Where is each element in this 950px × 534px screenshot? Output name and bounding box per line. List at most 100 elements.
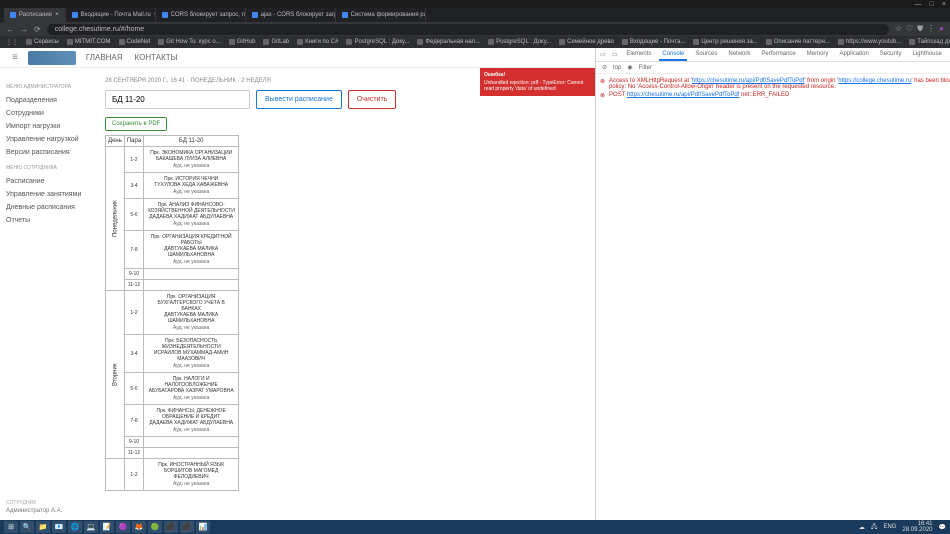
shield-icon[interactable]: ⛊ [917, 24, 923, 34]
tray-network-icon[interactable]: 🖧 [871, 522, 878, 532]
devtools-tab[interactable]: Lighthouse [909, 49, 944, 61]
console-context[interactable]: top [613, 65, 621, 71]
taskbar-item[interactable]: 📧 [52, 521, 66, 533]
lesson-cell[interactable] [144, 448, 239, 459]
bookmark-item[interactable]: MITMIT.COM [67, 39, 111, 45]
console-clear-icon[interactable]: ⊘ [602, 64, 607, 71]
pair-cell: 7-8 [124, 231, 143, 269]
window-maximize[interactable]: □ [930, 1, 934, 8]
sidebar-item[interactable]: Отчеты [6, 214, 89, 227]
sidebar-item[interactable]: Управление занятиями [6, 188, 89, 201]
devtools-tab[interactable]: Performance [758, 49, 798, 61]
browser-tab[interactable]: Система формирования расп...× [336, 8, 426, 22]
heart-icon[interactable]: ♡ [906, 24, 913, 34]
group-input[interactable] [105, 90, 250, 109]
sidebar-item[interactable]: Версии расписания [6, 146, 89, 159]
bookmark-item[interactable]: https://www.youtub... [838, 39, 901, 45]
taskbar-item[interactable]: 📊 [196, 521, 210, 533]
nav-forward-icon[interactable]: → [20, 25, 28, 34]
taskbar-item[interactable]: 🦊 [132, 521, 146, 533]
lesson-cell[interactable]: Прк. АНАЛИЗ ФИНАНСОВО-ХОЗЯЙСТВЕННОЙ ДЕЯТ… [144, 199, 239, 231]
taskbar: ⊞🔍📁📧🌐💻📝🟣🦊🟢⬛⬛📊 ☁ 🖧 ENG 16:41 28.09.2020 💬 [0, 520, 950, 534]
devtools-tab[interactable]: Elements [623, 49, 654, 61]
sidebar-item[interactable]: Расписание [6, 175, 89, 188]
bookmark-item[interactable]: Тайпскад для детей... [909, 39, 950, 45]
taskbar-item[interactable]: 📝 [100, 521, 114, 533]
tray-lang[interactable]: ENG [883, 524, 896, 530]
menu-icon[interactable]: ≡ [12, 52, 18, 63]
lesson-cell[interactable] [144, 437, 239, 448]
devtools-tab[interactable]: Sources [692, 49, 720, 61]
devtools-tab[interactable]: Console [659, 49, 687, 61]
lesson-cell[interactable]: Прк. ОРГАНИЗАЦИЯ КРЕДИТНОЙ РАБОТЫДАВТУКА… [144, 231, 239, 269]
extensions-icon[interactable]: ⋮ [927, 24, 935, 34]
tray-notifications-icon[interactable]: 💬 [939, 524, 946, 531]
bookmark-item[interactable]: GitLab [263, 39, 289, 45]
bookmark-item[interactable]: Книги по C# [297, 39, 338, 45]
nav-contacts[interactable]: КОНТАКТЫ [135, 53, 178, 62]
devtools-tab[interactable]: Network [725, 49, 753, 61]
avatar-icon[interactable]: ● [939, 24, 944, 34]
taskbar-item[interactable]: 🌐 [68, 521, 82, 533]
bookmark-item[interactable]: Семейное древо [559, 39, 614, 45]
bookmark-item[interactable]: PostgreSQL : Доку... [488, 39, 551, 45]
clear-button[interactable]: Очистить [348, 90, 396, 109]
sidebar-item[interactable]: Дневные расписания [6, 201, 89, 214]
lesson-cell[interactable] [144, 269, 239, 280]
bookmark-item[interactable]: Описание паттерн... [766, 39, 830, 45]
show-schedule-button[interactable]: Вывести расписание [256, 90, 342, 109]
bookmark-item[interactable]: Сервисы [26, 39, 59, 45]
taskbar-item[interactable]: 🟢 [148, 521, 162, 533]
device-icon[interactable]: ▭ [612, 51, 618, 58]
taskbar-item[interactable]: ⬛ [180, 521, 194, 533]
sidebar-item[interactable]: Управление нагрузкой [6, 133, 89, 146]
bookmark-item[interactable]: CodeNet [119, 39, 151, 45]
nav-reload-icon[interactable]: ⟳ [34, 25, 41, 34]
address-input[interactable]: college.chesutime.ru/#/home [47, 24, 889, 35]
console-output: ⊗Access to XMLHttpRequest at 'https://ch… [596, 74, 950, 520]
taskbar-item[interactable]: ⊞ [4, 521, 18, 533]
inspect-icon[interactable]: ▭ [600, 51, 606, 58]
console-filter[interactable]: Filter [639, 65, 652, 71]
lesson-cell[interactable]: Прк. БЕЗОПАСНОСТЬ ЖИЗНЕДЕЯТЕЛЬНОСТИИСРАИ… [144, 335, 239, 373]
sidebar-item[interactable]: Импорт нагрузки [6, 120, 89, 133]
tray-cloud-icon[interactable]: ☁ [859, 524, 865, 531]
sidebar-item[interactable]: Сотрудники [6, 107, 89, 120]
nav-main[interactable]: ГЛАВНАЯ [86, 53, 123, 62]
sidebar-item[interactable]: Подразделения [6, 94, 89, 107]
nav-back-icon[interactable]: ← [6, 25, 14, 34]
lesson-cell[interactable] [144, 280, 239, 291]
sidebar-section-admin: МЕНЮ АДМИНИСТРАТОРА [6, 84, 89, 90]
bookmark-item[interactable]: Git How To: курс о... [158, 39, 221, 45]
devtools-tab[interactable]: Application [836, 49, 871, 61]
lesson-cell[interactable]: Прк. ФИНАНСЫ, ДЕНЕЖНОЕ ОБРАЩЕНИЕ И КРЕДИ… [144, 405, 239, 437]
app-header: ≡ ГЛАВНАЯ КОНТАКТЫ [0, 48, 595, 68]
bookmark-item[interactable]: PostgreSQL : Доку... [346, 39, 409, 45]
lesson-cell[interactable]: Прк. ИСТОРИЯ ЧЕЧНИТУХУЛОВА ХЕДА ХАВАЖЕВН… [144, 173, 239, 199]
taskbar-item[interactable]: 💻 [84, 521, 98, 533]
bookmark-item[interactable]: GitHub [229, 39, 256, 45]
devtools-tab[interactable]: Memory [804, 49, 832, 61]
taskbar-item[interactable]: 🔍 [20, 521, 34, 533]
console-error: ⊗POST https://chesutime.ru/api/Pdf/SaveP… [600, 92, 950, 99]
taskbar-item[interactable]: 🟣 [116, 521, 130, 533]
taskbar-item[interactable]: ⬛ [164, 521, 178, 533]
apps-icon[interactable]: ⋮⋮ [6, 39, 18, 46]
lesson-cell[interactable]: Прк. ИНОСТРАННЫЙ ЯЗЫКБОРШИГОВ МАГОМЕД ФЕ… [144, 459, 239, 491]
window-close[interactable]: × [942, 1, 946, 8]
devtools-tab[interactable]: Security [877, 49, 905, 61]
bookmark-item[interactable]: Центр решения за... [693, 39, 757, 45]
save-pdf-button[interactable]: Сохранить в PDF [105, 117, 167, 131]
bookmark-item[interactable]: Входящие - Почта... [622, 39, 685, 45]
browser-tab[interactable]: ajax - CORS блокирует загруз...× [246, 8, 336, 22]
star-icon[interactable]: ☆ [895, 24, 902, 34]
browser-tab[interactable]: CORS блокирует запрос, почт...× [156, 8, 246, 22]
browser-tab[interactable]: Расписание× [4, 8, 66, 22]
taskbar-item[interactable]: 📁 [36, 521, 50, 533]
lesson-cell[interactable]: Прк. ОРГАНИЗАЦИЯ БУХГАЛТЕРСКОГО УЧЕТА В … [144, 291, 239, 335]
bookmark-item[interactable]: Федеральная нал... [417, 39, 480, 45]
lesson-cell[interactable]: Прк. ЭКОНОМИКА ОРГАНИЗАЦИИБАКАШЕВА ЛУИЗА… [144, 147, 239, 173]
window-minimize[interactable]: — [915, 1, 922, 8]
lesson-cell[interactable]: Прк. НАЛОГИ И НАЛОГООБЛОЖЕНИЕАБУБАТАРОВА… [144, 373, 239, 405]
browser-tab[interactable]: Входящие - Почта Mail.ru× [66, 8, 156, 22]
